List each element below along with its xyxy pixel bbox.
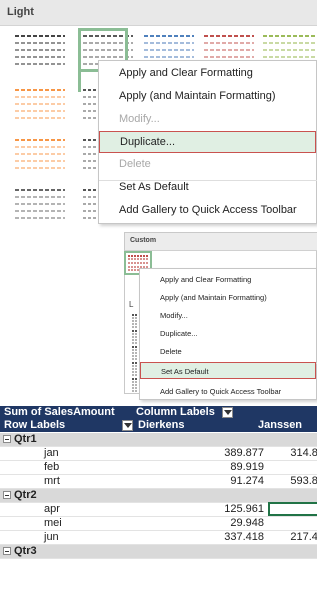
pivot-value-dierkens: 89.919 (230, 461, 264, 473)
table-style-swatch[interactable] (14, 136, 66, 172)
menu-item-set-as-default[interactable]: Set As Default (140, 362, 316, 379)
collapse-icon[interactable] (3, 547, 11, 555)
menu-item-delete[interactable]: Delete (99, 154, 316, 176)
table-row[interactable]: feb 89.919 (0, 461, 317, 474)
pivot-group-row[interactable]: Qtr1 (0, 433, 317, 446)
menu-item-label: Duplicate... (120, 136, 176, 148)
menu-item-add-gallery-to-quick-access-toolbar[interactable]: Add Gallery to Quick Access Toolbar (140, 383, 316, 400)
menu-item-label: Set As Default (161, 367, 209, 376)
selected-style-frame-tail (78, 70, 81, 92)
pivot-group-row[interactable]: Qtr2 (0, 489, 317, 502)
menu-item-modify[interactable]: Modify... (140, 307, 316, 324)
table-row[interactable]: jun 337.418 217.45 (0, 531, 317, 544)
menu-item-apply-and-maintain-formatting[interactable]: Apply (and Maintain Formatting) (99, 86, 316, 108)
pivot-group-label: Qtr2 (14, 489, 37, 501)
menu-item-apply-and-maintain-formatting[interactable]: Apply (and Maintain Formatting) (140, 289, 316, 306)
pivot-column-labels: Column Labels (136, 406, 215, 418)
pivot-value-dierkens: 337.418 (224, 531, 264, 543)
menu-item-apply-and-clear-formatting[interactable]: Apply and Clear Formatting (140, 271, 316, 288)
menu-item-set-as-default[interactable]: Set As Default (99, 177, 316, 199)
menu-item-duplicate[interactable]: Duplicate... (99, 131, 316, 153)
table-style-swatch[interactable] (14, 186, 66, 222)
menu-item-label: Modify... (119, 113, 160, 125)
pivot-row-labels: Row Labels (4, 419, 66, 431)
pivot-value-dierkens: 91.274 (230, 475, 264, 487)
menu-item-label: Delete (160, 347, 182, 356)
pivot-value-dierkens: 29.948 (230, 517, 264, 529)
pivot-header-row: Sum of SalesAmount Column Labels (0, 406, 317, 419)
table-row[interactable]: jan 389.877 314.89 (0, 447, 317, 460)
custom-gallery-header-label: Custom (130, 237, 157, 244)
menu-item-add-gallery-to-quick-access-toolbar[interactable]: Add Gallery to Quick Access Toolbar (99, 200, 316, 222)
pivot-row-label: mei (44, 517, 62, 529)
chevron-down-icon (124, 423, 132, 428)
table-style-swatch[interactable] (82, 86, 98, 122)
menu-item-label: Add Gallery to Quick Access Toolbar (160, 387, 282, 396)
menu-item-label: Apply (and Maintain Formatting) (160, 293, 267, 302)
chevron-down-icon (224, 410, 232, 415)
menu-item-apply-and-clear-formatting[interactable]: Apply and Clear Formatting (99, 63, 316, 85)
menu-item-label: Set As Default (119, 181, 189, 193)
pivot-row-label: mrt (44, 475, 60, 487)
pivot-value-dierkens: 389.877 (224, 447, 264, 459)
menu-item-label: Apply (and Maintain Formatting) (119, 90, 276, 102)
table-style-swatch[interactable] (14, 86, 66, 122)
menu-item-label: Modify... (160, 311, 188, 320)
table-row[interactable]: mei 29.948 (0, 517, 317, 530)
pivot-row-label: jan (44, 447, 59, 459)
table-style-context-menu: Apply and Clear Formatting Apply (and Mai… (98, 60, 317, 224)
menu-item-modify[interactable]: Modify... (99, 109, 316, 131)
custom-style-swatch[interactable] (131, 346, 139, 360)
pivot-value-janssen: 593.84 (290, 475, 317, 487)
pivot-subheader-row: Row Labels Dierkens Janssen (0, 419, 317, 432)
menu-item-label: Duplicate... (160, 329, 198, 338)
collapse-icon[interactable] (3, 491, 11, 499)
menu-item-label: Delete (119, 158, 151, 170)
menu-item-label: Add Gallery to Quick Access Toolbar (119, 204, 297, 216)
pivot-row-label: jun (44, 531, 59, 543)
table-style-swatch[interactable] (14, 32, 66, 68)
custom-style-context-menu: Apply and Clear Formatting Apply (and Mai… (139, 268, 317, 400)
custom-style-swatch[interactable] (131, 378, 139, 392)
row-labels-filter-button[interactable] (122, 420, 133, 431)
menu-item-label: Apply and Clear Formatting (119, 67, 253, 79)
pivot-group-label: Qtr1 (14, 433, 37, 445)
table-style-swatch[interactable] (82, 186, 98, 222)
custom-gallery-header: Custom (125, 233, 317, 251)
pivot-group-row[interactable]: Qtr3 (0, 545, 317, 558)
gallery-header-label: Light (7, 6, 34, 18)
pivot-col-header-janssen: Janssen (258, 419, 303, 431)
menu-item-label: Apply and Clear Formatting (160, 275, 252, 284)
custom-gallery-side-letter: L (129, 300, 134, 309)
custom-style-swatch[interactable] (131, 362, 139, 376)
pivot-value-janssen: 314.89 (290, 447, 317, 459)
menu-item-duplicate[interactable]: Duplicate... (140, 325, 316, 342)
pivot-row-label: feb (44, 461, 60, 473)
table-style-swatch[interactable] (82, 136, 98, 172)
pivot-measure-label: Sum of SalesAmount (4, 406, 115, 418)
menu-item-delete[interactable]: Delete (140, 343, 316, 360)
collapse-icon[interactable] (3, 435, 11, 443)
screenshot-root: Light Apply and Clear Formatting Apply (a… (0, 0, 317, 590)
pivot-value-dierkens: 125.961 (224, 503, 264, 515)
active-cell[interactable] (268, 502, 317, 516)
pivot-row-label: apr (44, 503, 60, 515)
gallery-header: Light (0, 0, 317, 26)
pivot-col-header-dierkens: Dierkens (138, 419, 185, 431)
custom-style-swatch[interactable] (131, 330, 139, 344)
grid-line (0, 558, 317, 559)
pivot-group-label: Qtr3 (14, 545, 37, 557)
custom-style-swatch[interactable] (131, 314, 139, 328)
pivot-value-janssen: 217.45 (290, 531, 317, 543)
pivot-table: Sum of SalesAmount Column Labels Row Lab… (0, 406, 317, 590)
column-labels-filter-button[interactable] (222, 407, 233, 418)
table-row[interactable]: mrt 91.274 593.84 (0, 475, 317, 488)
